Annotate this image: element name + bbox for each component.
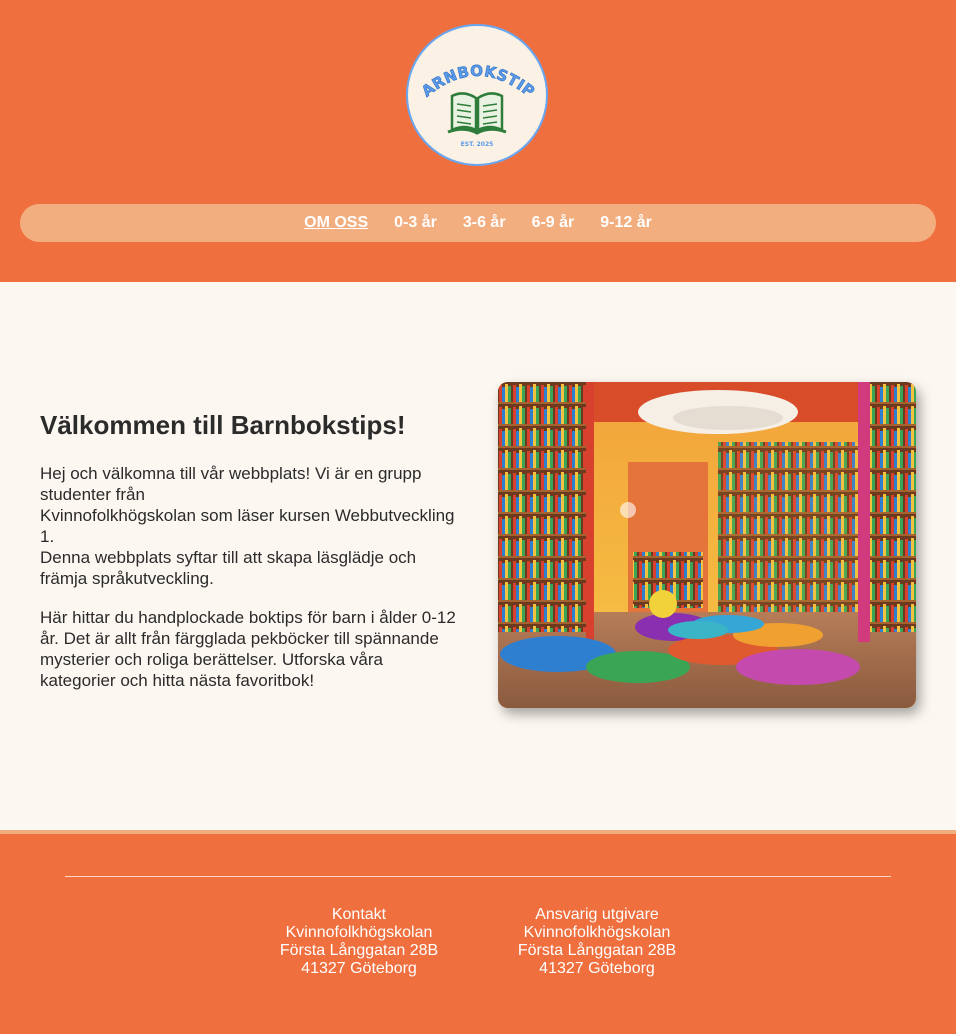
logo-title: BARNBOKSTIPS [408,26,538,101]
footer-contact-street: Första Långgatan 28B [279,942,439,959]
intro-line-3: Denna webbplats syftar till att skapa lä… [40,548,417,588]
footer-publisher-org: Kvinnofolkhögskolan [523,924,671,941]
footer-contact-city: 41327 Göteborg [301,960,417,977]
footer-contact: Kontakt Kvinnofolkhögskolan Första Långg… [249,906,469,978]
intro-paragraph-1: Hej och välkomna till vår webbplats! Vi … [40,463,460,589]
site-header: BARNBOKSTIPS EST. 2025 OM OSS 0-3 år 3-6… [0,0,956,282]
footer-divider [65,876,891,877]
footer-publisher-title: Ansvarig utgivare [535,906,659,923]
intro-line-1: Hej och välkomna till vår webbplats! Vi … [40,464,422,504]
intro-paragraph-2: Här hittar du handplockade boktips för b… [40,608,456,690]
footer-publisher-street: Första Långgatan 28B [517,942,677,959]
nav-item-6-9[interactable]: 6-9 år [532,214,575,232]
intro-line-2: Kvinnofolkhögskolan som läser kursen Web… [40,506,455,546]
footer-contact-title: Kontakt [331,906,387,923]
page-title: Välkommen till Barnbokstips! [40,410,406,440]
main-content: Välkommen till Barnbokstips! Hej och väl… [0,282,956,830]
nav-item-3-6[interactable]: 3-6 år [463,214,506,232]
nav-item-9-12[interactable]: 9-12 år [600,214,652,232]
footer-contact-org: Kvinnofolkhögskolan [285,924,433,941]
library-hero-image [498,382,916,708]
footer-publisher-city: 41327 Göteborg [539,960,655,977]
open-book-icon [447,92,507,135]
intro-section: Välkommen till Barnbokstips! Hej och väl… [40,410,460,709]
nav-item-om-oss[interactable]: OM OSS [304,214,368,232]
site-footer: Kontakt Kvinnofolkhögskolan Första Långg… [0,830,956,1034]
footer-publisher: Ansvarig utgivare Kvinnofolkhögskolan Fö… [487,906,707,978]
logo-graphic: BARNBOKSTIPS EST. 2025 [408,26,538,148]
site-logo[interactable]: BARNBOKSTIPS EST. 2025 [406,24,548,166]
main-nav: OM OSS 0-3 år 3-6 år 6-9 år 9-12 år [20,204,936,242]
logo-est: EST. 2025 [461,141,494,148]
nav-item-0-3[interactable]: 0-3 år [394,214,437,232]
svg-text:BARNBOKSTIPS: BARNBOKSTIPS [408,26,538,101]
library-illustration [498,382,916,708]
